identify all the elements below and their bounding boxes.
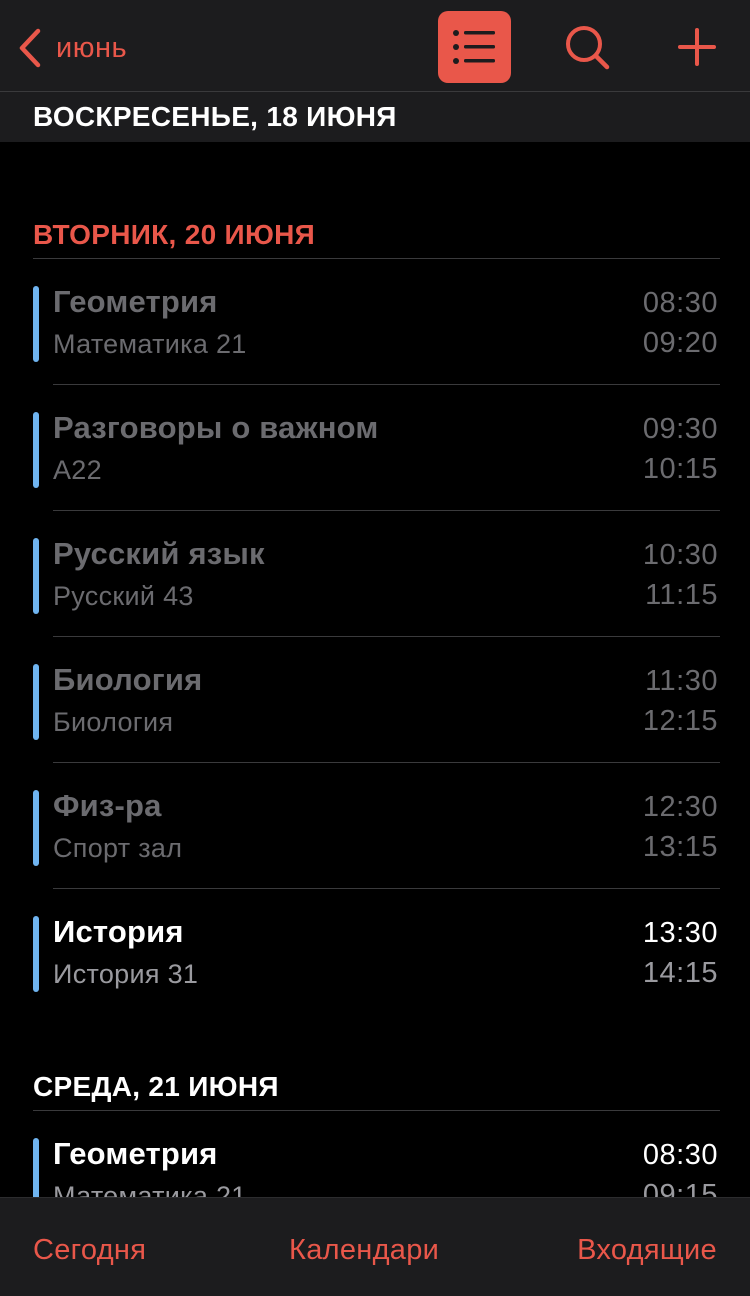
event-row[interactable]: История История 31 13:30 14:15 <box>33 889 720 1015</box>
event-end-time: 09:20 <box>642 327 718 359</box>
list-icon <box>453 30 495 64</box>
event-start-time: 12:30 <box>642 791 718 823</box>
event-end-time: 11:15 <box>645 579 718 611</box>
chevron-left-icon <box>19 28 41 68</box>
event-row[interactable]: Физ-ра Спорт зал 12:30 13:15 <box>33 763 720 889</box>
search-button[interactable] <box>560 20 614 74</box>
calendar-color-bar <box>33 538 39 614</box>
calendar-color-bar <box>33 664 39 740</box>
event-start-time: 13:30 <box>642 917 718 949</box>
inbox-button[interactable]: Входящие <box>577 1234 717 1267</box>
event-location: A22 <box>53 455 102 485</box>
event-start-time: 08:30 <box>642 1139 718 1171</box>
event-end-time: 14:15 <box>642 957 718 989</box>
search-icon <box>566 26 610 70</box>
event-location: История 31 <box>53 959 199 989</box>
calendars-button[interactable]: Календари <box>289 1234 439 1267</box>
event-start-time: 10:30 <box>642 539 718 571</box>
day-header: СРЕДА, 21 ИЮНЯ <box>33 1063 720 1111</box>
event-title: Геометрия <box>53 1136 218 1171</box>
event-row[interactable]: Геометрия Математика 21 08:30 09:20 <box>33 259 720 385</box>
list-view-button[interactable] <box>438 11 511 83</box>
back-button[interactable]: июнь <box>18 26 127 70</box>
calendar-color-bar <box>33 916 39 992</box>
calendar-color-bar <box>33 790 39 866</box>
event-title: Разговоры о важном <box>53 410 379 445</box>
calendar-color-bar <box>33 286 39 362</box>
event-title: Русский язык <box>53 536 265 571</box>
event-start-time: 11:30 <box>645 665 718 697</box>
event-title: Биология <box>53 662 203 697</box>
event-end-time: 13:15 <box>642 831 718 863</box>
event-start-time: 08:30 <box>642 287 718 319</box>
event-title: История <box>53 914 184 949</box>
event-location: Русский 43 <box>53 581 194 611</box>
event-end-time: 10:15 <box>642 453 718 485</box>
bottom-toolbar: Сегодня Календари Входящие <box>0 1197 750 1296</box>
add-event-button[interactable] <box>670 20 724 74</box>
event-location: Математика 21 <box>53 329 247 359</box>
event-title: Физ-ра <box>53 788 162 823</box>
event-row[interactable]: Разговоры о важном A22 09:30 10:15 <box>33 385 720 511</box>
plus-icon <box>678 28 716 66</box>
event-location: Биология <box>53 707 174 737</box>
event-row[interactable]: Биология Биология 11:30 12:15 <box>33 637 720 763</box>
event-row[interactable]: Русский язык Русский 43 10:30 11:15 <box>33 511 720 637</box>
day-header: ВТОРНИК, 20 ИЮНЯ <box>33 211 720 259</box>
today-button[interactable]: Сегодня <box>33 1234 146 1267</box>
event-start-time: 09:30 <box>642 413 718 445</box>
event-end-time: 12:15 <box>642 705 718 737</box>
sticky-day-header: ВОСКРЕСЕНЬЕ, 18 ИЮНЯ <box>0 92 750 142</box>
event-title: Геометрия <box>53 284 218 319</box>
navigation-bar: июнь <box>0 0 750 92</box>
back-label: июнь <box>56 31 128 64</box>
event-location: Спорт зал <box>53 833 183 863</box>
calendar-color-bar <box>33 412 39 488</box>
